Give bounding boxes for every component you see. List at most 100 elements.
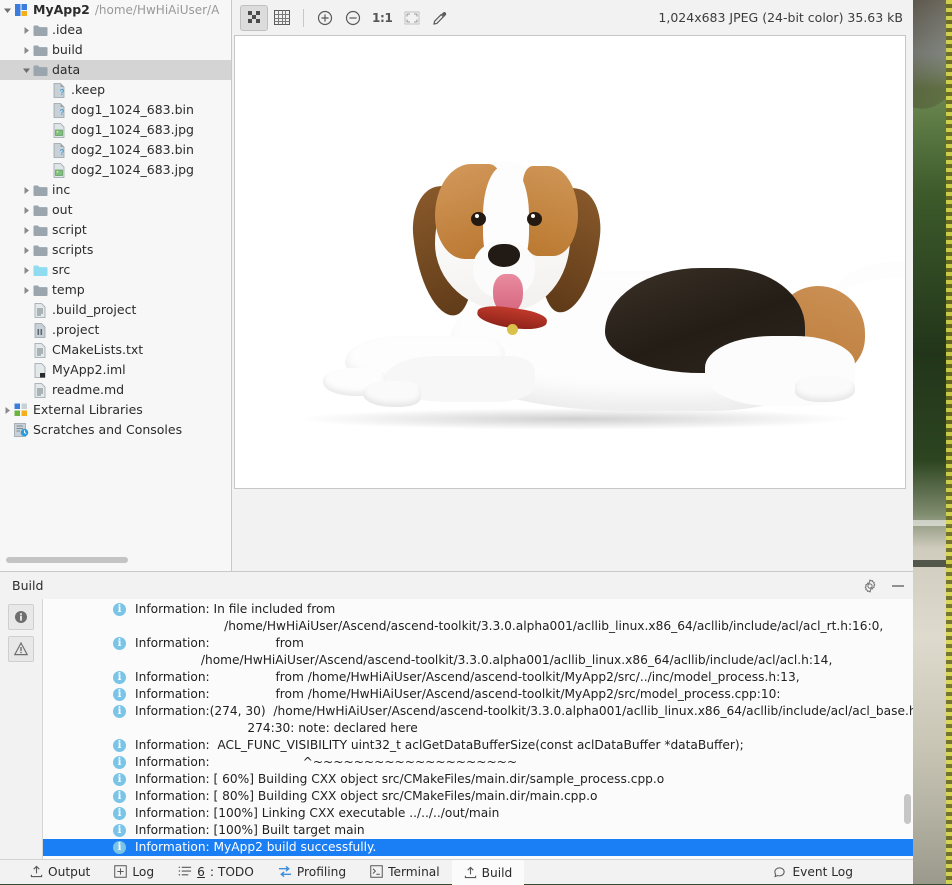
ide-window: MyApp2 /home/HwHiAiUser/A .ideabuilddata…	[0, 0, 913, 884]
build-log-row[interactable]: Information: from /home/HwHiAiUser/Ascen…	[43, 669, 913, 686]
tree-row-idea[interactable]: .idea	[0, 20, 231, 40]
build-log-row[interactable]: Information: from /home/HwHiAiUser/Ascen…	[43, 686, 913, 703]
tree-spacer	[21, 380, 32, 400]
event-log-button[interactable]: Event Log	[773, 860, 853, 884]
event-log-icon	[773, 866, 786, 879]
project-hscrollbar-track[interactable]	[0, 561, 231, 567]
filter-info-button[interactable]	[8, 604, 34, 630]
status-tab-terminal[interactable]: Terminal	[358, 860, 452, 884]
build-log-row[interactable]: Information: [100%] Linking CXX executab…	[43, 805, 913, 822]
fit-to-window-button[interactable]	[398, 5, 426, 31]
gear-icon[interactable]	[863, 579, 877, 593]
tree-row-dog2-1024-683-jpg[interactable]: dog2_1024_683.jpg	[0, 160, 231, 180]
build-log-row[interactable]: /home/HwHiAiUser/Ascend/ascend-toolkit/3…	[43, 652, 913, 669]
build-log-line: Information: [ 80%] Building CXX object …	[113, 788, 597, 805]
tree-row-scratches-and-consoles[interactable]: Scratches and Consoles	[0, 420, 231, 440]
project-tool-window[interactable]: MyApp2 /home/HwHiAiUser/A .ideabuilddata…	[0, 0, 232, 571]
tree-row-src[interactable]: src	[0, 260, 231, 280]
tree-row-build-project[interactable]: .build_project	[0, 300, 231, 320]
actual-size-button[interactable]: 1:1	[367, 5, 398, 31]
info-icon	[113, 807, 126, 820]
dog-front-paw-right	[363, 381, 421, 407]
tree-spacer	[40, 140, 51, 160]
build-header: Build	[0, 572, 913, 599]
tree-row-dog1-1024-683-jpg[interactable]: dog1_1024_683.jpg	[0, 120, 231, 140]
build-log-row[interactable]: Information: MyApp2 build successfully.	[43, 839, 913, 856]
minimize-icon[interactable]	[891, 579, 905, 593]
color-picker-button[interactable]	[426, 5, 454, 31]
tree-row-dog2-1024-683-bin[interactable]: ?dog2_1024_683.bin	[0, 140, 231, 160]
chevron-right-icon[interactable]	[21, 280, 32, 300]
tree-row-readme-md[interactable]: readme.md	[0, 380, 231, 400]
tree-row-external-libraries[interactable]: External Libraries	[0, 400, 231, 420]
tree-row-data[interactable]: data	[0, 60, 231, 80]
zoom-in-button[interactable]	[311, 5, 339, 31]
status-tab-label: Build	[482, 866, 513, 880]
transparency-grid-button[interactable]	[240, 5, 268, 31]
build-log-row[interactable]: Information: [ 60%] Building CXX object …	[43, 771, 913, 788]
chevron-right-icon[interactable]	[2, 400, 13, 420]
zoom-out-button[interactable]	[339, 5, 367, 31]
build-log-row[interactable]: Information: [ 80%] Building CXX object …	[43, 788, 913, 805]
info-icon	[113, 841, 126, 854]
tree-row-build[interactable]: build	[0, 40, 231, 60]
tree-row-inc[interactable]: inc	[0, 180, 231, 200]
status-tab-profiling[interactable]: Profiling	[266, 860, 358, 884]
tree-row-myapp2-iml[interactable]: MyApp2.iml	[0, 360, 231, 380]
build-log-row[interactable]: Information:(274, 30) /home/HwHiAiUser/A…	[43, 703, 913, 720]
project-hscrollbar-thumb[interactable]	[6, 557, 128, 563]
status-bar-tabs[interactable]: OutputLog6: TODOProfilingTerminal Build	[18, 860, 524, 885]
build-log-row[interactable]: /home/HwHiAiUser/Ascend/ascend-toolkit/3…	[43, 618, 913, 635]
tree-row-cmakelists-txt[interactable]: CMakeLists.txt	[0, 340, 231, 360]
status-tab-output[interactable]: Output	[18, 860, 102, 884]
tree-row-scripts[interactable]: scripts	[0, 240, 231, 260]
build-log[interactable]: Information: In file included from /home…	[43, 599, 913, 859]
build-log-scrollbar[interactable]	[904, 794, 911, 824]
tree-row-keep[interactable]: ?.keep	[0, 80, 231, 100]
build-log-line: Information: [100%] Linking CXX executab…	[113, 805, 499, 822]
tree-spacer	[40, 100, 51, 120]
tree-row-project-root[interactable]: MyApp2 /home/HwHiAiUser/A	[0, 0, 231, 20]
chevron-down-icon[interactable]	[2, 0, 13, 20]
project-tree-list[interactable]: .ideabuilddata?.keep?dog1_1024_683.bindo…	[0, 20, 231, 440]
profiling-icon	[278, 865, 292, 878]
image-canvas[interactable]	[234, 35, 906, 489]
build-log-row[interactable]: Information: ^~~~~~~~~~~~~~~~~~~~~	[43, 754, 913, 771]
chevron-right-icon[interactable]	[21, 180, 32, 200]
build-log-text: 274:30: note: declared here	[135, 721, 418, 735]
chevron-right-icon[interactable]	[21, 40, 32, 60]
status-tab-build[interactable]: Build	[452, 860, 525, 885]
terminal-icon	[370, 865, 383, 878]
chevron-down-icon[interactable]	[21, 60, 32, 80]
build-log-row[interactable]: Information: In file included from	[43, 601, 913, 618]
chevron-right-icon[interactable]	[21, 260, 32, 280]
desktop-scrollbar[interactable]	[946, 0, 952, 884]
folder-icon	[32, 60, 48, 80]
chevron-right-icon[interactable]	[21, 20, 32, 40]
grid-button[interactable]	[268, 5, 296, 31]
build-log-row[interactable]: Information: ACL_FUNC_VISIBILITY uint32_…	[43, 737, 913, 754]
build-log-rows[interactable]: Information: In file included from /home…	[43, 601, 913, 856]
tree-row-project[interactable]: .project	[0, 320, 231, 340]
status-tab-log[interactable]: Log	[102, 860, 166, 884]
tree-row-dog1-1024-683-bin[interactable]: ?dog1_1024_683.bin	[0, 100, 231, 120]
build-log-row[interactable]: 274:30: note: declared here	[43, 720, 913, 737]
build-log-row[interactable]: Information: [100%] Built target main	[43, 822, 913, 839]
project-module-icon	[13, 0, 29, 20]
folder-icon	[32, 240, 48, 260]
tree-row-script[interactable]: script	[0, 220, 231, 240]
tree-row-temp[interactable]: temp	[0, 280, 231, 300]
project-root-path: /home/HwHiAiUser/A	[95, 0, 219, 20]
chevron-right-icon[interactable]	[21, 200, 32, 220]
filter-warning-button[interactable]	[8, 636, 34, 662]
chevron-right-icon[interactable]	[21, 240, 32, 260]
status-tab-shortcut: 6	[197, 865, 205, 879]
tree-item-label: MyApp2.iml	[52, 360, 126, 380]
status-tab-todo[interactable]: 6: TODO	[166, 860, 266, 884]
tree-spacer	[40, 80, 51, 100]
dog-collar-tag	[507, 324, 518, 335]
build-log-row[interactable]: Information: from	[43, 635, 913, 652]
tree-item-label: build	[52, 40, 83, 60]
chevron-right-icon[interactable]	[21, 220, 32, 240]
tree-row-out[interactable]: out	[0, 200, 231, 220]
